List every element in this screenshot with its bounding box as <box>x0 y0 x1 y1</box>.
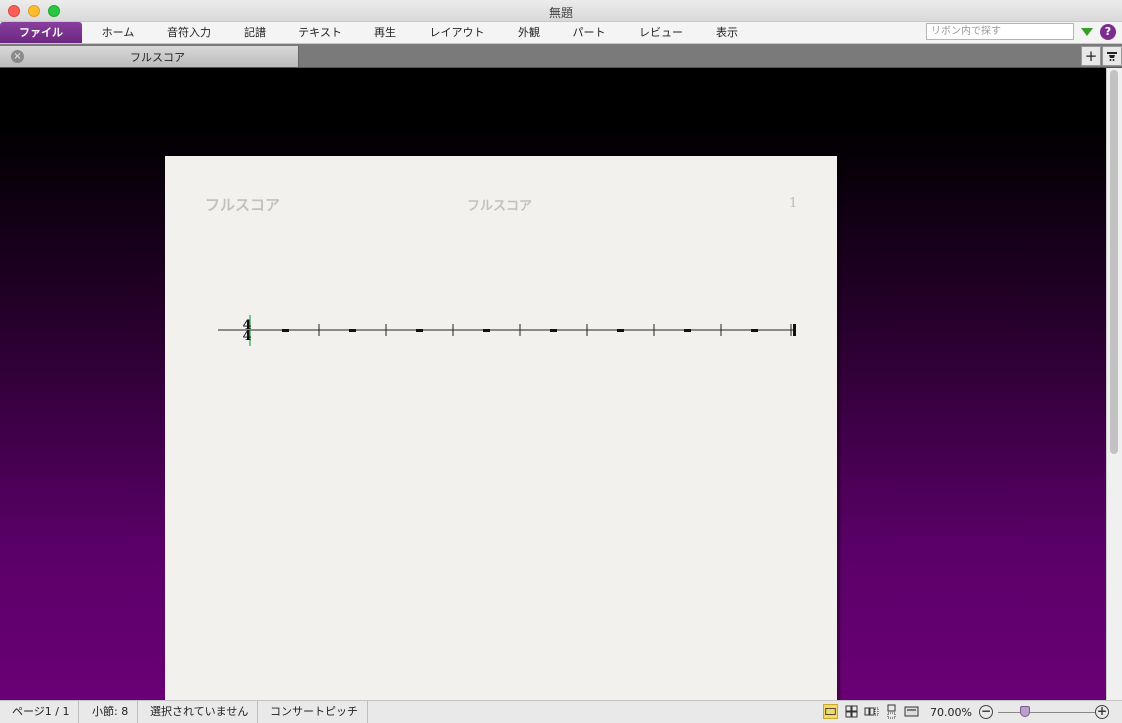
tab-layout[interactable]: レイアウト <box>422 22 492 43</box>
status-concert-pitch[interactable]: コンサートピッチ <box>261 701 368 723</box>
vertical-scrollbar[interactable] <box>1106 68 1122 700</box>
document-tab-bar: × フルスコア + <box>0 44 1122 68</box>
final-barline-thick <box>793 324 796 336</box>
status-bars: 小節: 8 <box>83 701 139 723</box>
page-number: 1 <box>789 196 798 211</box>
zoom-level[interactable]: 70.00% <box>930 706 972 719</box>
spread-view-icon[interactable] <box>844 704 859 719</box>
staff-system[interactable]: 4 4 <box>165 300 837 360</box>
tab-notation[interactable]: 記譜 <box>234 22 276 43</box>
status-selection: 選択されていません <box>141 701 259 723</box>
score-page[interactable]: フルスコア フルスコア 1 4 4 <box>165 156 837 700</box>
score-canvas[interactable]: フルスコア フルスコア 1 4 4 <box>0 68 1106 700</box>
status-bar: ページ1 / 1 小節: 8 選択されていません コンサートピッチ 70.00%… <box>0 700 1122 723</box>
whole-rest <box>684 329 691 332</box>
horizontal-pages-view-icon[interactable] <box>864 704 879 719</box>
zoom-slider-thumb[interactable] <box>1020 706 1030 717</box>
add-tab-button[interactable]: + <box>1081 46 1101 66</box>
whole-rest <box>550 329 557 332</box>
zoom-in-icon[interactable]: + <box>1095 705 1109 719</box>
whole-rest <box>349 329 356 332</box>
tab-play[interactable]: 再生 <box>364 22 406 43</box>
ribbon-menu-bar: ファイル ホーム 音符入力 記譜 テキスト 再生 レイアウト 外観 パート レビ… <box>0 22 1122 44</box>
panorama-view-icon[interactable] <box>904 704 919 719</box>
whole-rest <box>416 329 423 332</box>
tab-note-input[interactable]: 音符入力 <box>160 22 218 43</box>
whole-rest <box>751 329 758 332</box>
tab-review[interactable]: レビュー <box>628 22 694 43</box>
window-title: 無題 <box>548 6 573 20</box>
tab-full-score[interactable]: × フルスコア <box>0 46 299 67</box>
status-page: ページ1 / 1 <box>3 701 80 723</box>
score-header-title: フルスコア <box>467 199 533 214</box>
single-page-view-icon[interactable] <box>823 704 838 719</box>
help-icon[interactable]: ? <box>1100 24 1116 40</box>
tab-file[interactable]: ファイル <box>0 22 82 43</box>
tab-text[interactable]: テキスト <box>292 22 348 43</box>
tab-appearance[interactable]: 外観 <box>508 22 550 43</box>
ribbon-collapse-triangle-icon[interactable] <box>1081 28 1093 36</box>
time-signature-bottom: 4 <box>242 329 251 344</box>
whole-rest <box>483 329 490 332</box>
tab-home[interactable]: ホーム <box>92 22 144 43</box>
whole-rest <box>282 329 289 332</box>
tab-view[interactable]: 表示 <box>708 22 746 43</box>
cart-menu-icon <box>1107 52 1117 61</box>
tab-parts[interactable]: パート <box>566 22 612 43</box>
score-header-instrument: フルスコア <box>205 196 281 214</box>
zoom-slider-track[interactable] <box>998 712 1096 713</box>
tab-full-score-label: フルスコア <box>130 51 185 64</box>
vertical-scroll-thumb[interactable] <box>1110 70 1118 454</box>
tab-menu-button[interactable] <box>1102 46 1122 66</box>
vertical-pages-view-icon[interactable] <box>884 704 899 719</box>
title-bar: 無題 <box>0 0 1122 22</box>
zoom-out-icon[interactable]: − <box>979 705 993 719</box>
whole-rest <box>617 329 624 332</box>
ribbon-search-input[interactable] <box>926 23 1074 40</box>
